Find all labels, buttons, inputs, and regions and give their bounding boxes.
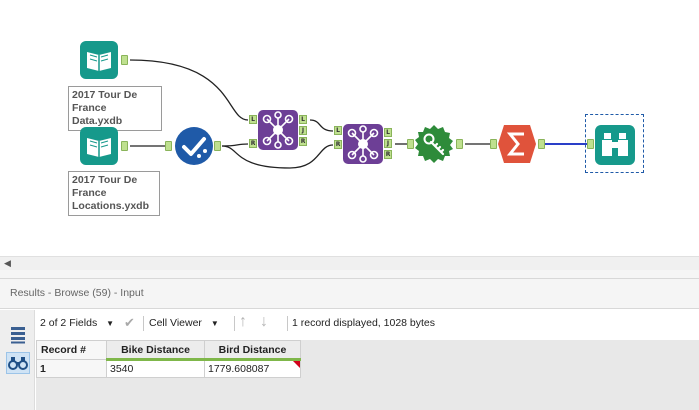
book-icon [80, 41, 118, 79]
results-toolbar: 2 of 2 Fields ▼ ✔ Cell Viewer ▼ ↑ ↓ 1 re… [36, 313, 699, 335]
results-view-strip [0, 310, 35, 410]
join1-l-output-anchor[interactable]: L [299, 115, 307, 124]
record-number-cell[interactable]: 1 [36, 359, 107, 378]
binoculars-icon [595, 125, 635, 165]
wire-join1-to-join2-l [309, 119, 334, 132]
checkmark-select-icon [175, 127, 213, 165]
formula-output-anchor[interactable] [456, 139, 463, 149]
record-column-header[interactable]: Record # [36, 340, 107, 360]
scroll-left-icon[interactable]: ◀ [4, 259, 11, 269]
summarize-output-anchor[interactable] [538, 139, 545, 149]
input2-output-anchor[interactable] [121, 141, 128, 151]
select-output-anchor[interactable] [214, 141, 221, 151]
browse-view-button[interactable] [6, 352, 30, 374]
spatial-formula-tool[interactable] [414, 124, 454, 164]
canvas-horizontal-scrollbar[interactable]: ◀ [0, 256, 699, 270]
formula-input-anchor[interactable] [407, 139, 414, 149]
bird-distance-cell[interactable]: 1779.608087 [204, 359, 301, 378]
join1-j-output-anchor[interactable]: J [299, 126, 307, 135]
dropdown-arrow-icon: ▼ [106, 319, 115, 328]
book-icon [80, 127, 118, 165]
dropdown-arrow-icon: ▼ [210, 319, 219, 328]
results-splitter[interactable] [0, 270, 699, 278]
input1-output-anchor[interactable] [121, 55, 128, 65]
toolbar-divider [143, 316, 144, 331]
browse-tool[interactable] [595, 125, 635, 165]
sigma-icon [498, 125, 536, 163]
results-table: Record # Bike Distance Bird Distance 1 3… [36, 340, 301, 378]
join2-left-input-anchor[interactable]: L [334, 126, 342, 135]
join2-j-output-anchor[interactable]: J [384, 139, 392, 148]
input-tool-2[interactable] [80, 127, 118, 165]
record-status: 1 record displayed, 1028 bytes [292, 317, 436, 329]
input1-label: 2017 Tour De France Data.yxdb [68, 86, 162, 131]
bike-distance-cell[interactable]: 3540 [106, 359, 205, 378]
toolbar-divider [287, 316, 288, 331]
join-icon [343, 124, 383, 164]
apply-check-icon[interactable]: ✔ [124, 315, 135, 331]
input-tool-1[interactable] [80, 41, 118, 79]
join1-r-output-anchor[interactable]: R [299, 137, 307, 146]
select-input-anchor[interactable] [165, 141, 172, 151]
join-tool-2[interactable] [343, 124, 383, 164]
join2-right-input-anchor[interactable]: R [334, 140, 342, 149]
app-root: 2017 Tour De France Data.yxdb 2017 Tour … [0, 0, 699, 410]
column-header-bird-distance[interactable]: Bird Distance [204, 340, 301, 361]
sort-down-arrow-icon[interactable]: ↓ [260, 313, 268, 331]
summarize-tool[interactable] [498, 125, 536, 163]
workflow-canvas[interactable]: 2017 Tour De France Data.yxdb 2017 Tour … [0, 0, 699, 256]
join-tool-1[interactable] [258, 110, 298, 150]
join2-r-output-anchor[interactable]: R [384, 150, 392, 159]
stack-icon [11, 327, 25, 344]
results-header: Results - Browse (59) - Input [0, 278, 699, 309]
results-grid[interactable]: Record # Bike Distance Bird Distance 1 3… [36, 340, 699, 410]
ruler-gear-icon [415, 125, 453, 163]
select-tool[interactable] [174, 126, 214, 166]
input2-label: 2017 Tour De France Locations.yxdb [68, 171, 160, 216]
table-view-button[interactable] [6, 324, 30, 346]
summarize-input-anchor[interactable] [490, 139, 497, 149]
sort-up-arrow-icon[interactable]: ↑ [239, 313, 247, 331]
join1-right-input-anchor[interactable]: R [249, 139, 257, 148]
column-header-bike-distance[interactable]: Bike Distance [106, 340, 205, 361]
join-icon [258, 110, 298, 150]
results-title: Results - Browse (59) - Input [10, 287, 144, 299]
binoculars-icon [8, 357, 28, 370]
table-row[interactable]: 1 3540 1779.608087 [36, 359, 301, 378]
cell-viewer-selector[interactable]: Cell Viewer ▼ [149, 317, 219, 329]
join2-l-output-anchor[interactable]: L [384, 128, 392, 137]
toolbar-divider [234, 316, 235, 331]
join1-left-input-anchor[interactable]: L [249, 115, 257, 124]
wire-select-to-join1-r [221, 143, 249, 147]
fields-selector[interactable]: 2 of 2 Fields ▼ [40, 317, 114, 329]
